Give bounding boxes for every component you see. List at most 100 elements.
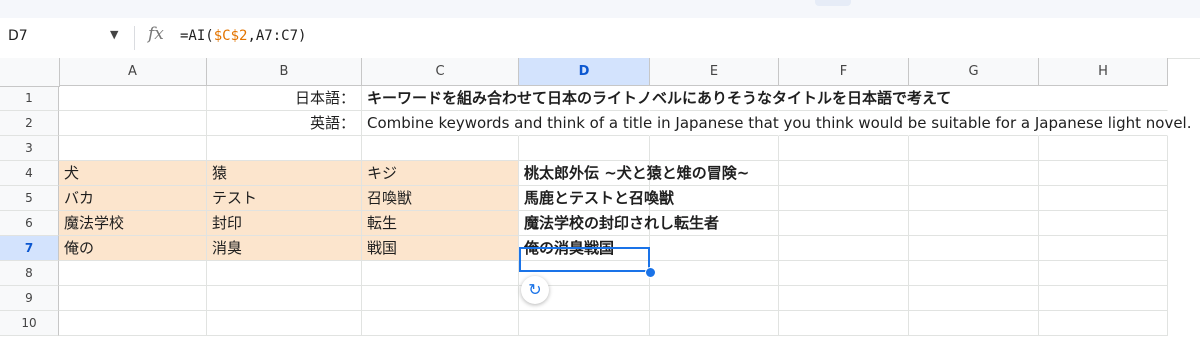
- cell-h7[interactable]: [1039, 236, 1168, 261]
- cell-b3[interactable]: [207, 136, 362, 161]
- column-header-b[interactable]: B: [207, 58, 362, 86]
- cell-e3[interactable]: [650, 136, 779, 161]
- name-box[interactable]: D7: [8, 28, 28, 44]
- row-header-9[interactable]: 9: [0, 286, 59, 311]
- formula-input[interactable]: =AI($C$2,A7:C7): [180, 28, 306, 44]
- cell-b7[interactable]: 消臭: [207, 236, 362, 261]
- cell-c2[interactable]: Combine keywords and think of a title in…: [362, 111, 1192, 136]
- cell-e6[interactable]: [650, 211, 779, 236]
- cell-f1[interactable]: [779, 86, 909, 111]
- row-header-5[interactable]: 5: [0, 186, 59, 211]
- cell-a3[interactable]: [59, 136, 207, 161]
- cell-a8[interactable]: [59, 261, 207, 286]
- column-header-d[interactable]: D: [519, 58, 650, 86]
- cell-d6[interactable]: 魔法学校の封印されし転生者: [519, 211, 719, 236]
- column-header-f[interactable]: F: [779, 58, 909, 86]
- column-header-e[interactable]: E: [650, 58, 779, 86]
- cell-c6[interactable]: 転生: [362, 211, 519, 236]
- row-header-2[interactable]: 2: [0, 111, 59, 136]
- cell-f3[interactable]: [779, 136, 909, 161]
- cell-b4[interactable]: 猿: [207, 161, 362, 186]
- cell-h8[interactable]: [1039, 261, 1168, 286]
- caret-down-icon[interactable]: ▼: [110, 28, 118, 41]
- refresh-icon[interactable]: ↻: [521, 276, 549, 304]
- fill-handle[interactable]: [645, 267, 656, 278]
- row-header-8[interactable]: 8: [0, 261, 59, 286]
- cell-a9[interactable]: [59, 286, 207, 311]
- row-header-3[interactable]: 3: [0, 136, 59, 161]
- cell-e2[interactable]: [650, 111, 779, 136]
- cell-a1[interactable]: [59, 86, 207, 111]
- cell-f5[interactable]: [779, 186, 909, 211]
- cell-a4[interactable]: 犬: [59, 161, 207, 186]
- cell-f4[interactable]: [779, 161, 909, 186]
- cell-f2[interactable]: [779, 111, 909, 136]
- cell-g6[interactable]: [909, 211, 1039, 236]
- cell-g5[interactable]: [909, 186, 1039, 211]
- cell-a7[interactable]: 俺の: [59, 236, 207, 261]
- cell-g10[interactable]: [909, 311, 1039, 336]
- cell-e9[interactable]: [650, 286, 779, 311]
- column-header-a[interactable]: A: [59, 58, 207, 86]
- cell-e1[interactable]: [650, 86, 779, 111]
- cell-c10[interactable]: [362, 311, 519, 336]
- row-header-4[interactable]: 4: [0, 161, 59, 186]
- cell-c4[interactable]: キジ: [362, 161, 519, 186]
- cell-g9[interactable]: [909, 286, 1039, 311]
- cell-f9[interactable]: [779, 286, 909, 311]
- cell-g8[interactable]: [909, 261, 1039, 286]
- cell-e10[interactable]: [650, 311, 779, 336]
- cell-h2[interactable]: [1039, 111, 1168, 136]
- cell-f10[interactable]: [779, 311, 909, 336]
- cell-g2[interactable]: [909, 111, 1039, 136]
- column-header-h[interactable]: H: [1039, 58, 1168, 86]
- cell-g3[interactable]: [909, 136, 1039, 161]
- cell-c8[interactable]: [362, 261, 519, 286]
- cell-g4[interactable]: [909, 161, 1039, 186]
- cell-g7[interactable]: [909, 236, 1039, 261]
- row-header-7[interactable]: 7: [0, 236, 59, 261]
- cell-b2[interactable]: 英語：: [207, 111, 362, 136]
- cell-h6[interactable]: [1039, 211, 1168, 236]
- row-header-10[interactable]: 10: [0, 311, 59, 336]
- column-header-c[interactable]: C: [362, 58, 519, 86]
- cell-d3[interactable]: [519, 136, 650, 161]
- row-header-1[interactable]: 1: [0, 86, 59, 111]
- cell-d10[interactable]: [519, 311, 650, 336]
- cell-e5[interactable]: [650, 186, 779, 211]
- cell-b5[interactable]: テスト: [207, 186, 362, 211]
- cell-d5[interactable]: 馬鹿とテストと召喚獣: [519, 186, 674, 211]
- cell-a5[interactable]: バカ: [59, 186, 207, 211]
- cell-b10[interactable]: [207, 311, 362, 336]
- select-all-corner[interactable]: [0, 58, 60, 87]
- cell-f7[interactable]: [779, 236, 909, 261]
- cell-h10[interactable]: [1039, 311, 1168, 336]
- column-header-g[interactable]: G: [909, 58, 1039, 86]
- cell-h3[interactable]: [1039, 136, 1168, 161]
- cell-a6[interactable]: 魔法学校: [59, 211, 207, 236]
- cell-b8[interactable]: [207, 261, 362, 286]
- cell-h9[interactable]: [1039, 286, 1168, 311]
- cell-d2[interactable]: [519, 111, 650, 136]
- row-header-6[interactable]: 6: [0, 211, 59, 236]
- cell-h5[interactable]: [1039, 186, 1168, 211]
- cell-d7[interactable]: 俺の消臭戦国: [519, 236, 650, 261]
- cell-c9[interactable]: [362, 286, 519, 311]
- cell-d1[interactable]: [519, 86, 650, 111]
- cell-f6[interactable]: [779, 211, 909, 236]
- cell-d4[interactable]: 桃太郎外伝 ~犬と猿と雉の冒険~: [519, 161, 749, 186]
- cell-c5[interactable]: 召喚獣: [362, 186, 519, 211]
- cell-e4[interactable]: [650, 161, 779, 186]
- cell-c7[interactable]: 戦国: [362, 236, 519, 261]
- cell-e7[interactable]: [650, 236, 779, 261]
- cell-a2[interactable]: [59, 111, 207, 136]
- cell-f8[interactable]: [779, 261, 909, 286]
- cell-b1[interactable]: 日本語：: [207, 86, 362, 111]
- cell-a10[interactable]: [59, 311, 207, 336]
- cell-h4[interactable]: [1039, 161, 1168, 186]
- cell-e8[interactable]: [650, 261, 779, 286]
- cell-c3[interactable]: [362, 136, 519, 161]
- cell-b9[interactable]: [207, 286, 362, 311]
- cell-g1[interactable]: [909, 86, 1039, 111]
- cell-h1[interactable]: [1039, 86, 1168, 111]
